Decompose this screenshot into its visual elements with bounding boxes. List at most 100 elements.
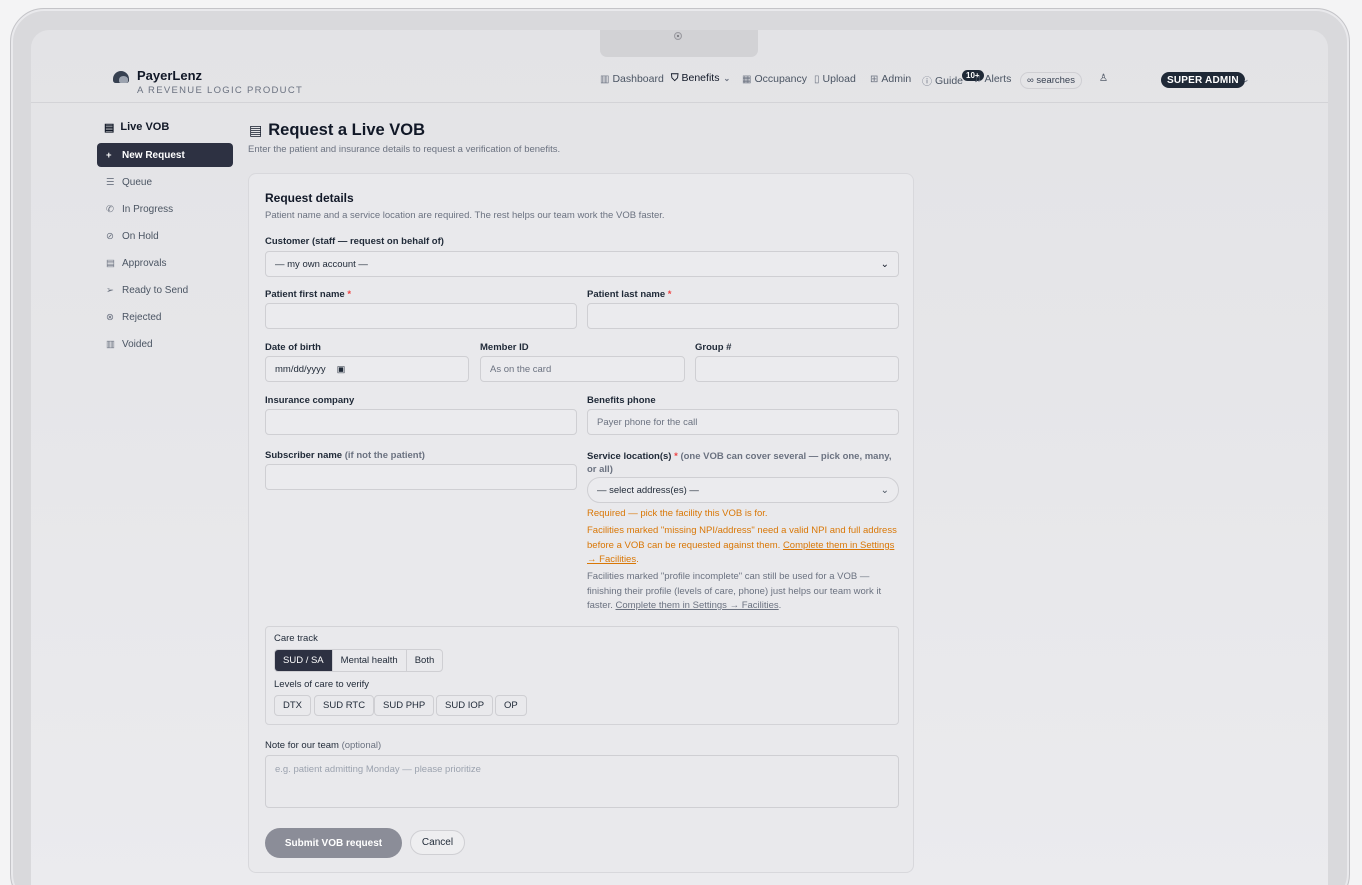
care-track-toggle: SUD / SA Mental health Both xyxy=(274,649,444,672)
member-id-label: Member ID xyxy=(480,342,529,353)
cancel-button[interactable]: Cancel xyxy=(410,830,465,855)
last-name-label-text: Patient last name xyxy=(587,289,666,300)
help-circle-icon: ⓘ xyxy=(922,77,932,88)
note-label: Note for our team (optional) xyxy=(265,740,381,751)
page-title: Request a Live VOB xyxy=(268,121,426,139)
send-icon: ➢ xyxy=(106,284,114,296)
nav-upload-label: Upload xyxy=(822,73,856,85)
nav-admin-label: Admin xyxy=(881,73,912,85)
subscriber-label: Subscriber name (if not the patient) xyxy=(265,450,425,461)
level-chip-sud-rtc[interactable]: SUD RTC xyxy=(314,695,375,716)
sidebar-item-queue[interactable]: ☰ Queue xyxy=(97,170,233,194)
service-location-select[interactable]: — select address(es) — ⌄ xyxy=(587,477,899,503)
dob-label: Date of birth xyxy=(265,342,321,353)
required-mark: * xyxy=(674,451,678,462)
nav-upload[interactable]: ▯ Upload xyxy=(814,73,856,85)
camera-icon xyxy=(674,32,682,40)
insurance-input[interactable] xyxy=(265,409,577,435)
brand-tagline: A REVENUE LOGIC PRODUCT xyxy=(137,85,304,96)
level-chip-op[interactable]: OP xyxy=(495,695,527,716)
note-textarea[interactable]: e.g. patient admitting Monday — please p… xyxy=(265,755,899,808)
sidebar-item-in-progress[interactable]: ✆ In Progress xyxy=(97,197,233,221)
nav-benefits[interactable]: ⛉ Benefits ⌄ xyxy=(671,72,730,84)
nav-alerts[interactable]: ♫ Alerts xyxy=(974,73,1011,85)
nav-alerts-label: Alerts xyxy=(984,73,1012,85)
care-track-mental-health[interactable]: Mental health xyxy=(331,650,406,671)
sidebar-item-approvals[interactable]: ▤ Approvals xyxy=(97,251,233,275)
sidebar-item-label: On Hold xyxy=(122,230,159,242)
level-chip-dtx[interactable]: DTX xyxy=(274,695,311,716)
first-name-label-text: Patient first name xyxy=(265,289,345,300)
camera-notch xyxy=(600,30,758,57)
page-heading: ▤ Request a Live VOB xyxy=(249,121,425,140)
last-name-label: Patient last name * xyxy=(587,289,671,300)
chevron-down-icon: ⌄ xyxy=(880,484,889,496)
first-name-input[interactable] xyxy=(265,303,577,329)
list-check-icon: ☰ xyxy=(106,176,115,188)
sidebar-item-rejected[interactable]: ⊗ Rejected xyxy=(97,305,233,329)
customer-select[interactable]: — my own account — ⌄ xyxy=(265,251,899,277)
group-label: Group # xyxy=(695,342,732,353)
dob-input[interactable]: mm/dd/yyyy ▣ xyxy=(265,356,469,382)
care-track-box: Care track SUD / SA Mental health Both L… xyxy=(265,626,899,725)
calendar-icon: ▣ xyxy=(336,363,346,374)
sidebar-title: ▤ Live VOB xyxy=(97,118,233,136)
settings-facilities-link[interactable]: Complete them in Settings → Facilities xyxy=(616,600,779,611)
app-window: PayerLenz A REVENUE LOGIC PRODUCT ▥ Dashb… xyxy=(31,30,1328,885)
missing-npi-warning: Facilities marked "missing NPI/address" … xyxy=(587,525,897,565)
brand-name[interactable]: PayerLenz xyxy=(137,68,202,83)
group-input[interactable] xyxy=(695,356,899,382)
sidebar-item-voided[interactable]: ▥ Voided xyxy=(97,332,233,356)
pause-circle-icon: ⊘ xyxy=(106,230,114,242)
bell-icon: ♫ xyxy=(974,73,982,85)
x-circle-icon: ⊗ xyxy=(106,311,114,323)
chevron-down-icon: ⌄ xyxy=(723,73,731,83)
form-heading: Request details xyxy=(265,191,354,205)
nav-guide[interactable]: ⓘ Guide xyxy=(922,73,963,89)
customer-label: Customer (staff — request on behalf of) xyxy=(265,236,444,247)
calendar-icon: ▦ xyxy=(742,73,752,85)
trash-icon: ▥ xyxy=(106,338,115,350)
profile-incomplete-info: Facilities marked "profile incomplete" c… xyxy=(587,571,882,611)
dob-placeholder: mm/dd/yyyy xyxy=(275,363,326,375)
nav-admin[interactable]: ⊞ Admin xyxy=(870,73,911,85)
submit-vob-button[interactable]: Submit VOB request xyxy=(265,828,402,858)
nav-benefits-label: Benefits xyxy=(681,72,720,84)
member-id-placeholder: As on the card xyxy=(490,363,552,375)
searches-pill[interactable]: ∞ searches xyxy=(1020,72,1082,89)
logo-icon xyxy=(113,71,129,83)
insurance-label: Insurance company xyxy=(265,395,355,406)
role-badge[interactable]: SUPER ADMIN xyxy=(1161,72,1245,88)
care-track-both[interactable]: Both xyxy=(405,650,443,671)
user-icon[interactable]: ♙ xyxy=(1099,73,1108,84)
shield-icon: ⛉ xyxy=(671,72,679,84)
first-name-label: Patient first name * xyxy=(265,289,351,300)
subscriber-input[interactable] xyxy=(265,464,577,490)
nav-occupancy-label: Occupancy xyxy=(754,73,807,85)
note-label-text: Note for our team xyxy=(265,740,339,751)
level-chip-sud-iop[interactable]: SUD IOP xyxy=(436,695,494,716)
sidebar-item-label: Queue xyxy=(122,176,153,188)
sidebar-item-on-hold[interactable]: ⊘ On Hold xyxy=(97,224,233,248)
bar-chart-icon: ▥ xyxy=(600,73,610,85)
service-location-label-text: Service location(s) xyxy=(587,451,672,462)
benefits-phone-placeholder: Payer phone for the call xyxy=(597,416,698,428)
note-hint: (optional) xyxy=(341,740,382,751)
chevron-down-icon[interactable]: ⌄ xyxy=(1242,74,1250,85)
benefits-phone-input[interactable]: Payer phone for the call xyxy=(587,409,899,435)
service-location-label: Service location(s) * (one VOB can cover… xyxy=(587,450,899,476)
sidebar-item-new-request[interactable]: + New Request xyxy=(97,143,233,167)
care-track-sud-sa[interactable]: SUD / SA xyxy=(275,650,332,671)
nav-occupancy[interactable]: ▦ Occupancy xyxy=(742,73,807,85)
nav-dashboard[interactable]: ▥ Dashboard xyxy=(600,73,664,85)
care-track-label: Care track xyxy=(274,633,318,644)
last-name-input[interactable] xyxy=(587,303,899,329)
customer-select-value: — my own account — xyxy=(275,258,368,270)
sidebar-item-label: Approvals xyxy=(122,257,167,269)
page-subtitle: Enter the patient and insurance details … xyxy=(248,144,561,155)
sidebar-item-ready-to-send[interactable]: ➢ Ready to Send xyxy=(97,278,233,302)
service-location-value: — select address(es) — xyxy=(597,484,699,496)
member-id-input[interactable]: As on the card xyxy=(480,356,685,382)
sidebar: ▤ Live VOB + New Request ☰ Queue ✆ In Progre… xyxy=(97,118,233,356)
level-chip-sud-php[interactable]: SUD PHP xyxy=(374,695,435,716)
